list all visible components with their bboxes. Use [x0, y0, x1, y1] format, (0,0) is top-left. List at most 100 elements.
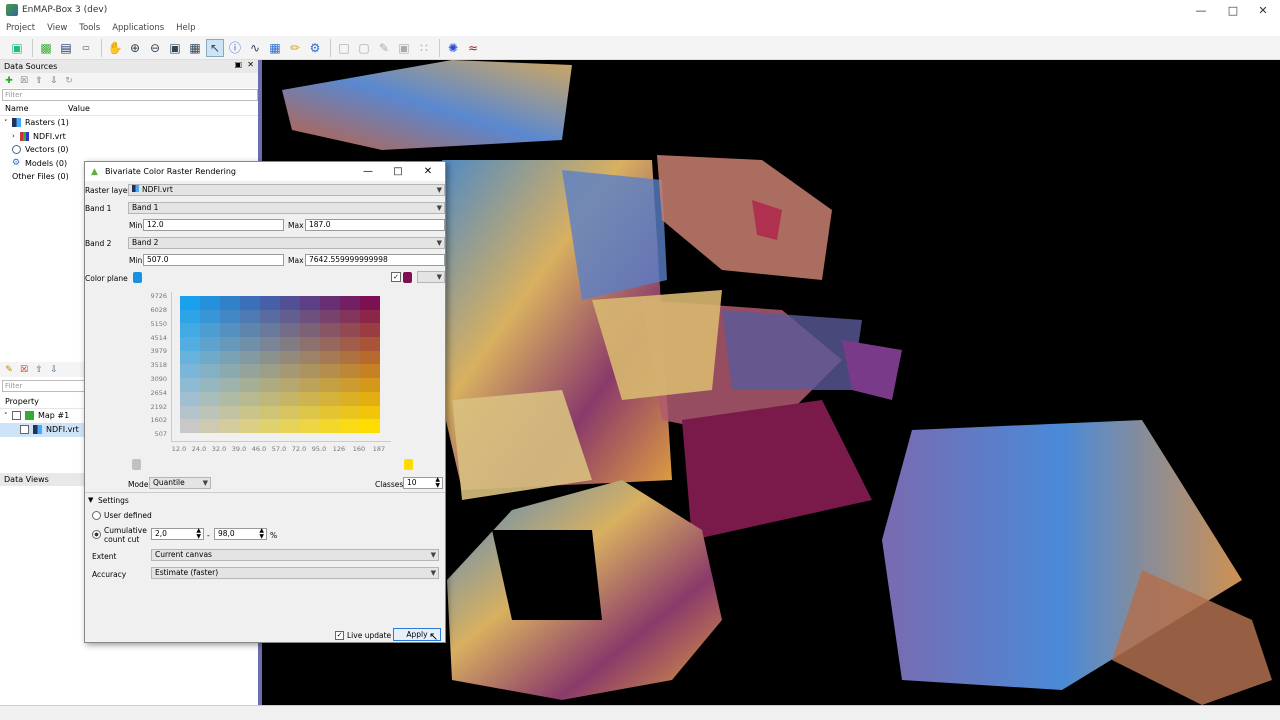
band1-min-input[interactable]: 12.0: [143, 219, 284, 231]
color-plane-cell: [300, 419, 320, 433]
extent-combo[interactable]: Current canvas ▼: [151, 549, 439, 561]
refresh-icon[interactable]: ↻: [64, 76, 74, 86]
color-plane-preset-combo[interactable]: ▼: [417, 271, 445, 283]
top-right-color-swatch[interactable]: [403, 272, 412, 283]
bottom-left-color-swatch[interactable]: [132, 459, 141, 470]
color-plane-cell: [200, 309, 220, 324]
cut-high-spinbox[interactable]: 98,0 ▲ ▼: [214, 528, 267, 540]
spin-arrows-icon[interactable]: ▲ ▼: [259, 528, 264, 540]
add-source-icon[interactable]: ✚: [4, 76, 14, 86]
expand-arrow-icon[interactable]: ˅: [4, 412, 12, 420]
close-dock-icon[interactable]: ✕: [247, 60, 254, 69]
settings-gear-icon[interactable]: ⚙: [306, 39, 324, 57]
select-cursor-icon[interactable]: ↖: [206, 38, 224, 57]
band1-max-input[interactable]: 187.0: [305, 219, 445, 231]
color-plane-cell: [260, 364, 280, 379]
menu-tools[interactable]: Tools: [79, 23, 100, 33]
new-spectral-library-icon[interactable]: ▤: [57, 39, 75, 57]
band1-combo[interactable]: Band 1 ▼: [128, 202, 445, 214]
settings-collapse-arrow-icon[interactable]: ▼: [88, 496, 93, 504]
menu-view[interactable]: View: [47, 23, 67, 33]
cumulative-count-cut-radio[interactable]: [92, 530, 101, 539]
spin-arrows-icon[interactable]: ▲ ▼: [196, 528, 201, 540]
checkbox-checked-icon[interactable]: ✓: [391, 272, 401, 282]
color-plane-cell: [260, 296, 280, 310]
collapse-icon[interactable]: ⇧: [34, 365, 44, 375]
tree-item-vectors[interactable]: Vectors (0): [0, 143, 260, 157]
remove-source-icon[interactable]: ☒: [19, 76, 29, 86]
classes-spinbox[interactable]: 10 ▲ ▼: [403, 477, 443, 489]
x-tick-label: 57.0: [271, 445, 287, 453]
color-plane-cell: [260, 391, 280, 406]
band2-max-input[interactable]: 7642.559999999998: [305, 254, 445, 266]
settings-label[interactable]: Settings: [98, 496, 129, 505]
dialog-maximize-icon[interactable]: □: [383, 162, 413, 181]
raster-layer-combo[interactable]: NDFI.vrt ▼: [128, 184, 445, 196]
y-axis-line: [171, 292, 172, 442]
tree-item-map1[interactable]: ˅ Map #1: [0, 409, 69, 423]
new-map-view-icon[interactable]: ▩: [37, 39, 55, 57]
color-plane-cell: [260, 419, 280, 433]
spectral-wave-icon[interactable]: ≈: [464, 39, 482, 57]
expand-arrow-icon[interactable]: ˅: [4, 119, 12, 127]
color-plane-cell: [280, 378, 300, 392]
live-update-checkbox[interactable]: ✓: [335, 631, 344, 640]
mode-combo[interactable]: Quantile ▼: [149, 477, 211, 489]
processing-toolbox-icon[interactable]: ✺: [444, 39, 462, 57]
accuracy-combo[interactable]: Estimate (faster) ▼: [151, 567, 439, 579]
identify-info-icon[interactable]: ⓘ: [226, 39, 244, 57]
measure-ruler-icon[interactable]: ✏: [286, 39, 304, 57]
remove-view-icon[interactable]: ☒: [19, 365, 29, 375]
window-title: EnMAP-Box 3 (dev): [22, 5, 108, 15]
checkbox-checked-icon[interactable]: [12, 411, 21, 421]
zoom-in-icon[interactable]: ⊕: [126, 39, 144, 57]
spin-arrows-icon[interactable]: ▲ ▼: [435, 477, 440, 489]
dialog-close-icon[interactable]: ✕: [413, 162, 443, 181]
tree-item-ndfi[interactable]: › NDFI.vrt: [0, 130, 260, 144]
grid-locate-icon[interactable]: ▦: [266, 39, 284, 57]
band2-min-input[interactable]: 507.0: [143, 254, 284, 266]
pan-hand-icon[interactable]: ✋: [106, 39, 124, 57]
band2-combo[interactable]: Band 2 ▼: [128, 237, 445, 249]
create-view-icon[interactable]: ✎: [4, 365, 14, 375]
zoom-out-icon[interactable]: ⊖: [146, 39, 164, 57]
color-plane-cell: [300, 296, 320, 310]
deselect-features-icon[interactable]: ▢: [355, 39, 373, 57]
menu-help[interactable]: Help: [176, 23, 195, 33]
band2-value: Band 2: [132, 238, 159, 247]
cut-separator: -: [207, 531, 210, 540]
expand-icon[interactable]: ⇩: [49, 76, 59, 86]
checkbox-checked-icon[interactable]: [20, 425, 29, 435]
collapse-icon[interactable]: ⇧: [34, 76, 44, 86]
cut-low-spinbox[interactable]: 2,0 ▲ ▼: [151, 528, 204, 540]
new-text-view-icon[interactable]: ▭: [77, 39, 95, 57]
add-data-source-icon[interactable]: ▣: [8, 39, 26, 57]
dialog-minimize-icon[interactable]: —: [353, 162, 383, 181]
expand-icon[interactable]: ⇩: [49, 365, 59, 375]
edit-pencil-icon[interactable]: ✎: [375, 39, 393, 57]
maximize-icon[interactable]: □: [1218, 0, 1248, 20]
select-features-icon[interactable]: □: [335, 39, 353, 57]
settings-divider: [85, 492, 445, 493]
zoom-full-icon[interactable]: ▣: [166, 39, 184, 57]
cumulative-label-line2: count cut: [104, 535, 140, 544]
collapse-arrow-icon[interactable]: ›: [12, 132, 20, 140]
spectral-profile-icon[interactable]: ∿: [246, 39, 264, 57]
menu-project[interactable]: Project: [6, 23, 35, 33]
minimize-icon[interactable]: —: [1186, 0, 1216, 20]
tree-item-rasters[interactable]: ˅ Rasters (1): [0, 116, 260, 130]
undock-icon[interactable]: ▣: [234, 60, 242, 69]
user-defined-radio[interactable]: [92, 511, 101, 520]
zoom-pixel-scale-icon[interactable]: ▦: [186, 39, 204, 57]
top-left-color-swatch[interactable]: [133, 272, 142, 283]
menu-applications[interactable]: Applications: [112, 23, 164, 33]
color-plane-cell: [280, 296, 300, 310]
bottom-right-color-swatch[interactable]: [404, 459, 413, 470]
tree-item-ndfi-layer[interactable]: NDFI.vrt: [0, 423, 84, 437]
close-icon[interactable]: ✕: [1248, 0, 1278, 20]
save-edits-icon[interactable]: ▣: [395, 39, 413, 57]
tree-label: NDFI.vrt: [46, 425, 79, 435]
data-sources-filter-input[interactable]: Filter: [2, 89, 258, 101]
x-tick-label: 95.0: [311, 445, 327, 453]
add-feature-icon[interactable]: ∷: [415, 39, 433, 57]
